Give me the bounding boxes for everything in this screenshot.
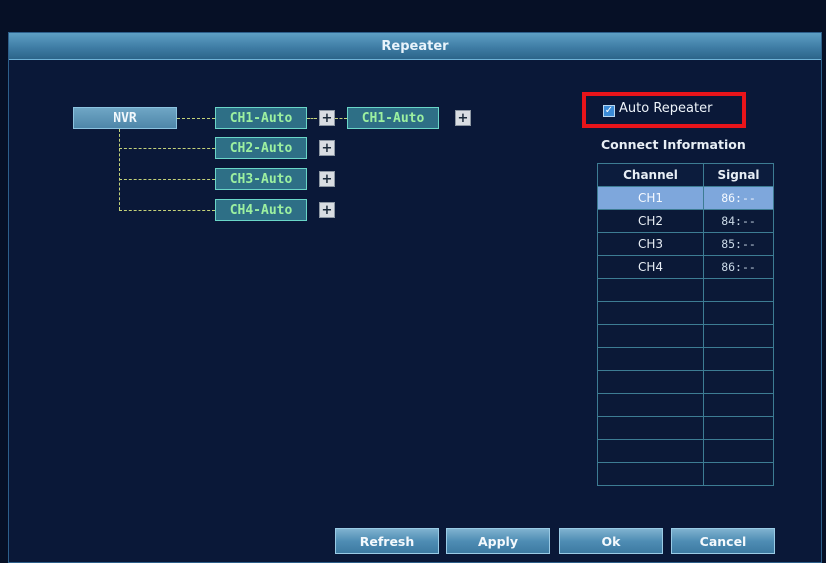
expand-plus-icon[interactable]: + <box>319 140 335 156</box>
channel-cell: CH2 <box>597 209 704 233</box>
screen-frame: Repeater NVR CH1-Auto + CH1-Auto + CH2-A… <box>0 0 826 563</box>
expand-plus-icon[interactable]: + <box>319 110 335 126</box>
channel-cell <box>597 393 704 417</box>
channel-cell <box>597 347 704 371</box>
table-row-empty[interactable] <box>597 347 774 371</box>
table-row[interactable]: CH1 86:-- <box>597 186 774 210</box>
table-row-empty[interactable] <box>597 393 774 417</box>
ch1-repeater-node[interactable]: CH1-Auto <box>347 107 439 129</box>
nvr-node[interactable]: NVR <box>73 107 177 129</box>
signal-cell: 86:-- <box>703 186 774 210</box>
cancel-button[interactable]: Cancel <box>671 528 775 554</box>
channel-cell <box>597 370 704 394</box>
ch1-node[interactable]: CH1-Auto <box>215 107 307 129</box>
refresh-button[interactable]: Refresh <box>335 528 439 554</box>
channel-cell <box>597 301 704 325</box>
signal-cell <box>703 301 774 325</box>
channel-cell <box>597 278 704 302</box>
table-row-empty[interactable] <box>597 301 774 325</box>
signal-cell <box>703 439 774 463</box>
channel-cell: CH1 <box>597 186 704 210</box>
column-header-signal: Signal <box>703 163 774 187</box>
auto-repeater-label[interactable]: Auto Repeater <box>619 101 712 116</box>
signal-cell <box>703 462 774 486</box>
apply-button[interactable]: Apply <box>446 528 550 554</box>
auto-repeater-checkbox[interactable]: ✓ <box>603 105 615 117</box>
connect-info-table: Channel Signal CH1 86:-- CH2 84:-- CH3 8… <box>597 163 774 486</box>
table-row[interactable]: CH2 84:-- <box>597 209 774 233</box>
signal-cell <box>703 393 774 417</box>
repeater-window: Repeater NVR CH1-Auto + CH1-Auto + CH2-A… <box>8 32 822 563</box>
expand-plus-icon[interactable]: + <box>319 202 335 218</box>
table-row-empty[interactable] <box>597 324 774 348</box>
ch2-node[interactable]: CH2-Auto <box>215 137 307 159</box>
channel-cell <box>597 462 704 486</box>
signal-cell <box>703 278 774 302</box>
expand-plus-icon[interactable]: + <box>319 171 335 187</box>
connector-line <box>119 179 215 180</box>
ok-button[interactable]: Ok <box>559 528 663 554</box>
table-row[interactable]: CH3 85:-- <box>597 232 774 256</box>
connector-line <box>119 210 215 211</box>
table-body: CH1 86:-- CH2 84:-- CH3 85:-- CH4 86:-- <box>597 186 774 486</box>
channel-cell: CH4 <box>597 255 704 279</box>
ch4-node[interactable]: CH4-Auto <box>215 199 307 221</box>
table-row[interactable]: CH4 86:-- <box>597 255 774 279</box>
connector-line <box>177 118 215 119</box>
ch3-node[interactable]: CH3-Auto <box>215 168 307 190</box>
table-row-empty[interactable] <box>597 278 774 302</box>
table-row-empty[interactable] <box>597 416 774 440</box>
channel-cell <box>597 439 704 463</box>
signal-cell <box>703 416 774 440</box>
table-row-empty[interactable] <box>597 439 774 463</box>
connector-line <box>119 129 120 210</box>
connector-line <box>307 118 317 119</box>
connector-line <box>119 148 215 149</box>
column-header-channel: Channel <box>597 163 704 187</box>
window-title: Repeater <box>381 38 449 54</box>
channel-cell: CH3 <box>597 232 704 256</box>
channel-cell <box>597 416 704 440</box>
signal-cell: 84:-- <box>703 209 774 233</box>
expand-plus-icon[interactable]: + <box>455 110 471 126</box>
table-row-empty[interactable] <box>597 370 774 394</box>
signal-cell: 86:-- <box>703 255 774 279</box>
connect-info-title: Connect Information <box>601 137 746 152</box>
channel-cell <box>597 324 704 348</box>
signal-cell <box>703 324 774 348</box>
title-bar: Repeater <box>9 33 821 60</box>
connector-line <box>335 118 347 119</box>
table-row-empty[interactable] <box>597 462 774 486</box>
signal-cell: 85:-- <box>703 232 774 256</box>
signal-cell <box>703 370 774 394</box>
signal-cell <box>703 347 774 371</box>
